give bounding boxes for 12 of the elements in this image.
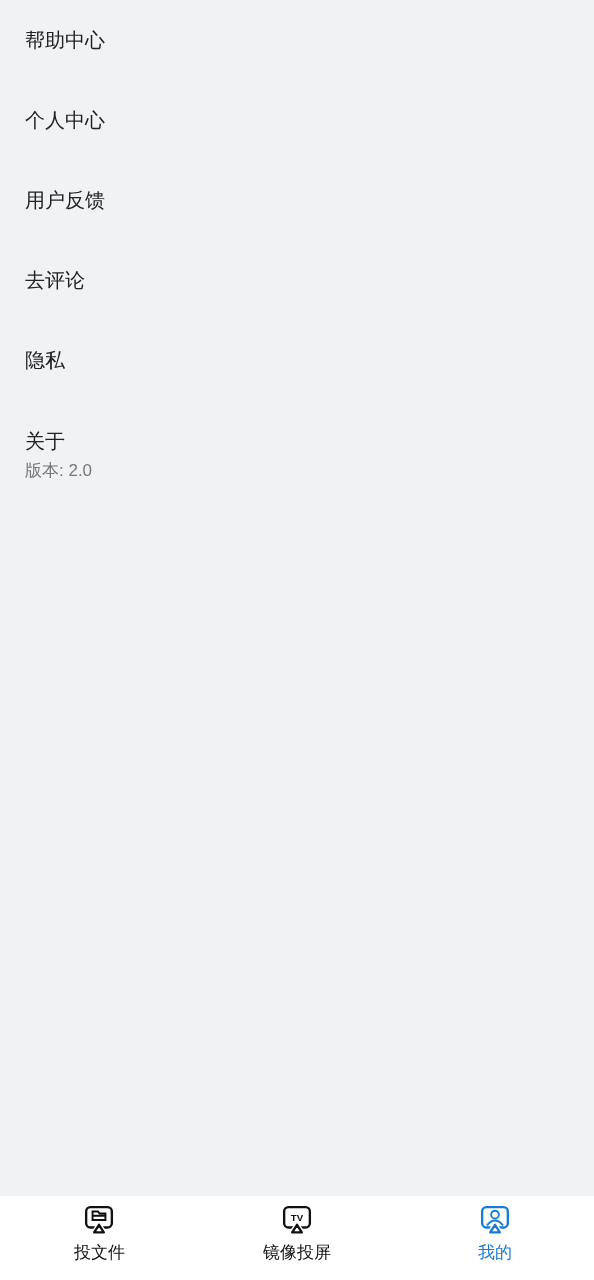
menu-item[interactable]: 去评论: [25, 266, 85, 294]
version-text: 版本: 2.0: [25, 460, 93, 482]
nav-tab[interactable]: 投文件: [0, 1196, 198, 1280]
menu-item[interactable]: 关于: [25, 428, 65, 455]
person-screen-icon: [480, 1205, 510, 1235]
nav-tab[interactable]: TV 镜像投屏: [198, 1196, 396, 1280]
folder-screen-icon: [84, 1205, 114, 1235]
menu-item[interactable]: 用户反馈: [25, 186, 105, 214]
menu-item[interactable]: 帮助中心: [25, 26, 105, 54]
menu-item[interactable]: 个人中心: [25, 106, 105, 134]
nav-tab[interactable]: 我的: [396, 1196, 594, 1280]
menu-item[interactable]: 隐私: [25, 346, 65, 374]
